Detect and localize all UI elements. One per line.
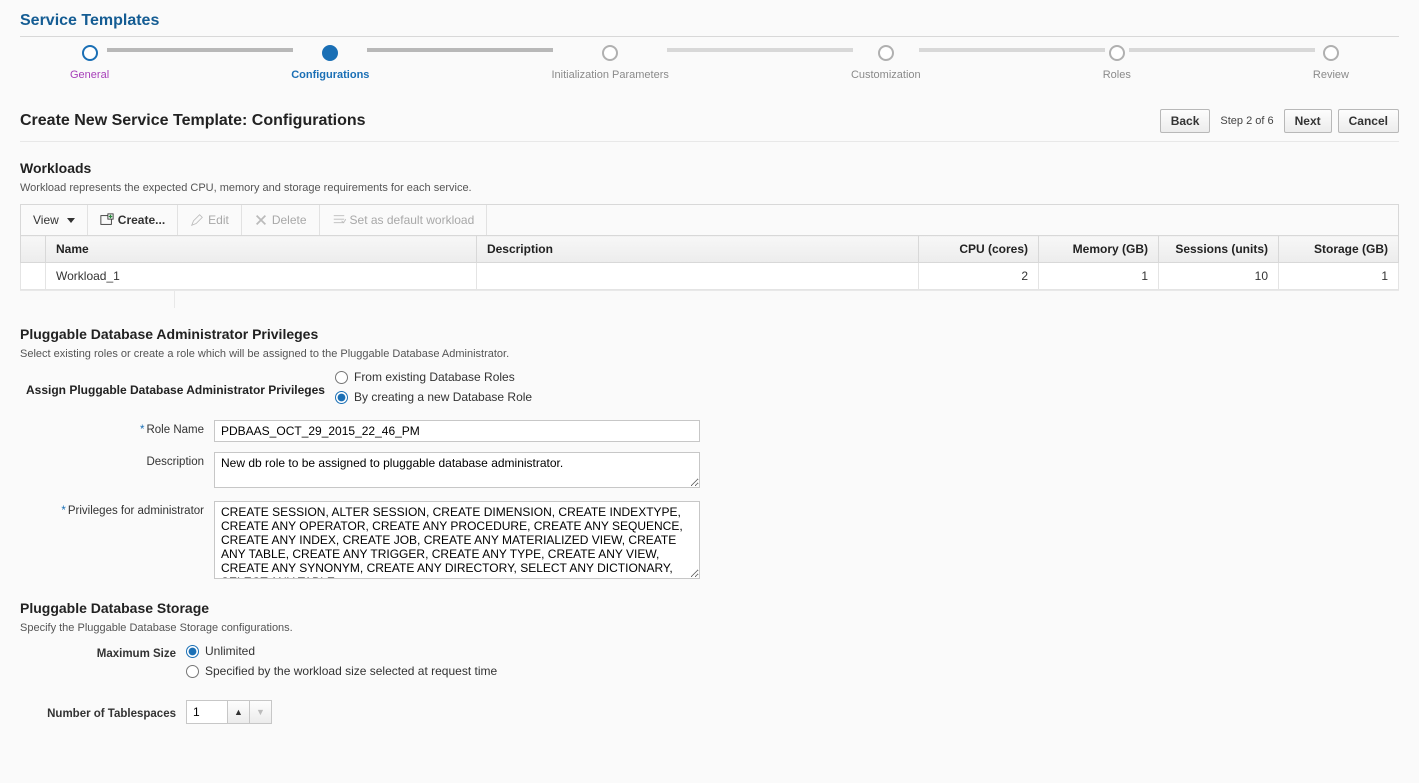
- radio-existing-roles[interactable]: From existing Database Roles: [335, 370, 532, 384]
- radio-input-new[interactable]: [335, 391, 348, 404]
- num-tablespaces-stepper[interactable]: ▲ ▼: [186, 700, 272, 724]
- radio-workload-size[interactable]: Specified by the workload size selected …: [186, 664, 497, 678]
- col-storage[interactable]: Storage (GB): [1279, 236, 1399, 263]
- privileges-input[interactable]: [214, 501, 700, 579]
- assign-privileges-label: Assign Pluggable Database Administrator …: [26, 383, 335, 397]
- pdb-storage-section: Pluggable Database Storage Specify the P…: [20, 600, 1399, 724]
- cell-sessions: 10: [1159, 263, 1279, 290]
- wizard-connector: [667, 48, 853, 52]
- pdb-admin-desc: Select existing roles or create a role w…: [20, 348, 1399, 360]
- wizard-step-configurations[interactable]: Configurations: [291, 45, 369, 81]
- description-input[interactable]: [214, 452, 700, 488]
- privileges-label: *Privileges for administrator: [26, 501, 214, 517]
- wizard-step-customization[interactable]: Customization: [851, 45, 921, 81]
- workloads-toolbar: View Create... Edit Delete: [20, 204, 1399, 235]
- edit-button[interactable]: Edit: [178, 205, 242, 235]
- max-size-label: Maximum Size: [26, 644, 186, 660]
- cell-memory: 1: [1039, 263, 1159, 290]
- wizard-node-icon: [82, 45, 98, 61]
- workloads-section: Workloads Workload represents the expect…: [20, 160, 1399, 308]
- wizard-connector: [367, 48, 553, 52]
- stepper-down-button[interactable]: ▼: [249, 701, 271, 723]
- wizard-step-init-params[interactable]: Initialization Parameters: [551, 45, 668, 81]
- cell-description: [476, 263, 918, 290]
- cancel-button[interactable]: Cancel: [1338, 109, 1399, 133]
- wizard: General Configurations Initialization Pa…: [70, 45, 1349, 81]
- delete-icon: [254, 213, 268, 227]
- description-label: Description: [26, 452, 214, 468]
- set-default-button[interactable]: Set as default workload: [320, 205, 488, 235]
- pdb-storage-desc: Specify the Pluggable Database Storage c…: [20, 622, 1399, 634]
- radio-unlimited[interactable]: Unlimited: [186, 644, 497, 658]
- radio-input-existing[interactable]: [335, 371, 348, 384]
- back-button[interactable]: Back: [1160, 109, 1211, 133]
- chevron-up-icon: ▲: [234, 707, 243, 717]
- workloads-desc: Workload represents the expected CPU, me…: [20, 182, 1399, 194]
- pdb-storage-title: Pluggable Database Storage: [20, 600, 1399, 616]
- wizard-step-general[interactable]: General: [70, 45, 109, 81]
- view-menu[interactable]: View: [21, 205, 88, 235]
- radio-input-workload-size[interactable]: [186, 665, 199, 678]
- stepper-up-button[interactable]: ▲: [227, 701, 249, 723]
- num-tablespaces-input[interactable]: [187, 701, 227, 723]
- role-name-label: *Role Name: [26, 420, 214, 436]
- pdb-admin-section: Pluggable Database Administrator Privile…: [20, 326, 1399, 582]
- cell-cpu: 2: [919, 263, 1039, 290]
- workloads-table: Name Description CPU (cores) Memory (GB)…: [20, 235, 1399, 290]
- divider: [20, 36, 1399, 37]
- next-button[interactable]: Next: [1284, 109, 1332, 133]
- num-tablespaces-label: Number of Tablespaces: [26, 704, 186, 720]
- wizard-node-icon: [1323, 45, 1339, 61]
- workloads-title: Workloads: [20, 160, 1399, 176]
- cell-name: Workload_1: [46, 263, 477, 290]
- table-row[interactable]: Workload_1 2 1 10 1: [21, 263, 1399, 290]
- step-indicator: Step 2 of 6: [1216, 115, 1277, 127]
- wizard-step-review[interactable]: Review: [1313, 45, 1349, 81]
- pdb-admin-title: Pluggable Database Administrator Privile…: [20, 326, 1399, 342]
- col-memory[interactable]: Memory (GB): [1039, 236, 1159, 263]
- list-check-icon: [332, 213, 346, 227]
- wizard-node-icon: [322, 45, 338, 61]
- header-row: Create New Service Template: Configurati…: [20, 101, 1399, 142]
- cell-storage: 1: [1279, 263, 1399, 290]
- wizard-connector: [107, 48, 293, 52]
- table-header-row: Name Description CPU (cores) Memory (GB)…: [21, 236, 1399, 263]
- table-footer: [20, 290, 1399, 308]
- delete-button[interactable]: Delete: [242, 205, 320, 235]
- subpage-title: Create New Service Template: Configurati…: [20, 112, 366, 130]
- pencil-icon: [190, 213, 204, 227]
- col-cpu[interactable]: CPU (cores): [919, 236, 1039, 263]
- wizard-connector: [919, 48, 1105, 52]
- col-sessions[interactable]: Sessions (units): [1159, 236, 1279, 263]
- create-icon: [100, 213, 114, 227]
- radio-new-role[interactable]: By creating a new Database Role: [335, 390, 532, 404]
- role-name-input[interactable]: [214, 420, 700, 442]
- create-button[interactable]: Create...: [88, 205, 178, 235]
- wizard-node-icon: [878, 45, 894, 61]
- radio-input-unlimited[interactable]: [186, 645, 199, 658]
- wizard-node-icon: [602, 45, 618, 61]
- wizard-connector: [1129, 48, 1315, 52]
- col-name[interactable]: Name: [46, 236, 477, 263]
- wizard-node-icon: [1109, 45, 1125, 61]
- col-description[interactable]: Description: [476, 236, 918, 263]
- page-title: Service Templates: [20, 12, 1399, 30]
- wizard-step-roles[interactable]: Roles: [1103, 45, 1131, 81]
- chevron-down-icon: ▼: [256, 707, 265, 717]
- chevron-down-icon: [67, 218, 75, 223]
